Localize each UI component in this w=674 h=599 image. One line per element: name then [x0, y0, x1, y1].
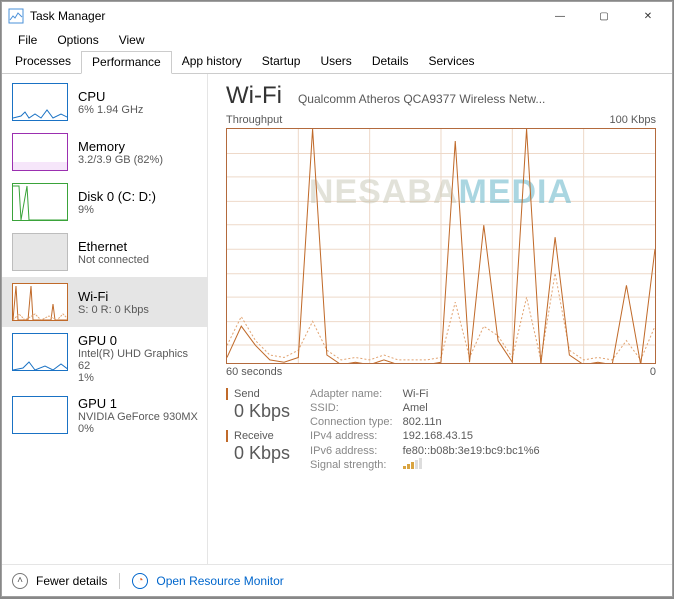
- prop-ssid: Amel: [403, 402, 540, 414]
- resmon-icon[interactable]: ◔: [132, 573, 148, 589]
- receive-value: 0 Kbps: [226, 443, 290, 464]
- prop-label: SSID:: [310, 402, 393, 414]
- sidebar-item-gpu1[interactable]: GPU 1NVIDIA GeForce 930MX 0%: [2, 390, 207, 441]
- minimize-button[interactable]: —: [538, 2, 582, 30]
- signal-strength-icon: [403, 459, 540, 472]
- separator: [119, 573, 120, 589]
- disk-thumb-icon: [12, 183, 68, 221]
- tab-processes[interactable]: Processes: [5, 51, 81, 74]
- sidebar-label: Memory: [78, 139, 163, 154]
- tab-users[interactable]: Users: [310, 51, 361, 74]
- footer: ˄ Fewer details ◔ Open Resource Monitor: [2, 564, 672, 596]
- menu-file[interactable]: File: [8, 33, 47, 47]
- content: CPU6% 1.94 GHz Memory3.2/3.9 GB (82%) Di…: [2, 74, 672, 564]
- wifi-thumb-icon: [12, 283, 68, 321]
- sidebar-item-cpu[interactable]: CPU6% 1.94 GHz: [2, 77, 207, 127]
- task-manager-window: Task Manager — ▢ ✕ File Options View Pro…: [1, 1, 673, 597]
- main-panel: Wi-Fi Qualcomm Atheros QCA9377 Wireless …: [208, 74, 672, 564]
- properties-grid: Adapter name: Wi-Fi SSID: Amel Connection …: [310, 388, 540, 472]
- adapter-name-full: Qualcomm Atheros QCA9377 Wireless Netw..…: [298, 92, 656, 106]
- main-header: Wi-Fi Qualcomm Atheros QCA9377 Wireless …: [226, 82, 656, 110]
- cpu-thumb-icon: [12, 83, 68, 121]
- prop-label: IPv4 address:: [310, 430, 393, 442]
- graph-bottom-labels: 60 seconds 0: [226, 366, 656, 378]
- titlebar[interactable]: Task Manager — ▢ ✕: [2, 2, 672, 30]
- ethernet-thumb-icon: [12, 233, 68, 271]
- send-label: Send: [226, 388, 290, 400]
- close-button[interactable]: ✕: [626, 2, 670, 30]
- receive-label: Receive: [226, 430, 290, 442]
- window-controls: — ▢ ✕: [538, 2, 670, 30]
- prop-label: Adapter name:: [310, 388, 393, 400]
- prop-label: Signal strength:: [310, 459, 393, 472]
- send-value: 0 Kbps: [226, 401, 290, 422]
- prop-label: IPv6 address:: [310, 445, 393, 457]
- window-title: Task Manager: [30, 9, 538, 23]
- tab-details[interactable]: Details: [362, 51, 419, 74]
- sidebar-sub: 6% 1.94 GHz: [78, 104, 143, 116]
- graph-label-right: 100 Kbps: [610, 114, 656, 126]
- gpu0-thumb-icon: [12, 333, 68, 371]
- sidebar-item-gpu0[interactable]: GPU 0Intel(R) UHD Graphics 62 1%: [2, 327, 207, 390]
- prop-label: Connection type:: [310, 416, 393, 428]
- sidebar-sub: 9%: [78, 204, 156, 216]
- sidebar-item-ethernet[interactable]: EthernetNot connected: [2, 227, 207, 277]
- maximize-button[interactable]: ▢: [582, 2, 626, 30]
- sidebar-label: Disk 0 (C: D:): [78, 189, 156, 204]
- graph-top-labels: Throughput 100 Kbps: [226, 114, 656, 126]
- task-manager-icon: [8, 8, 24, 24]
- memory-thumb-icon: [12, 133, 68, 171]
- open-resmon-link[interactable]: Open Resource Monitor: [156, 574, 283, 588]
- sidebar: CPU6% 1.94 GHz Memory3.2/3.9 GB (82%) Di…: [2, 74, 208, 564]
- menubar: File Options View: [2, 30, 672, 50]
- page-title: Wi-Fi: [226, 82, 282, 110]
- fewer-details-link[interactable]: Fewer details: [36, 574, 107, 588]
- details-panel: Send 0 Kbps Receive 0 Kbps Adapter name:…: [226, 388, 656, 472]
- prop-ipv6: fe80::b08b:3e19:bc9:bc1%6: [403, 445, 540, 457]
- send-receive-block: Send 0 Kbps Receive 0 Kbps: [226, 388, 290, 472]
- tab-startup[interactable]: Startup: [252, 51, 311, 74]
- sidebar-item-wifi[interactable]: Wi-FiS: 0 R: 0 Kbps: [2, 277, 207, 327]
- graph-footer-right: 0: [650, 366, 656, 378]
- graph-footer-left: 60 seconds: [226, 366, 282, 378]
- menu-view[interactable]: View: [109, 33, 155, 47]
- sidebar-label: Ethernet: [78, 239, 149, 254]
- sidebar-sub: Not connected: [78, 254, 149, 266]
- sidebar-label: CPU: [78, 89, 143, 104]
- chevron-up-icon[interactable]: ˄: [12, 573, 28, 589]
- gpu1-thumb-icon: [12, 396, 68, 434]
- sidebar-sub: S: 0 R: 0 Kbps: [78, 304, 149, 316]
- tab-services[interactable]: Services: [419, 51, 485, 74]
- sidebar-item-memory[interactable]: Memory3.2/3.9 GB (82%): [2, 127, 207, 177]
- sidebar-sub: Intel(R) UHD Graphics 62 1%: [78, 348, 201, 384]
- sidebar-label: GPU 1: [78, 396, 198, 411]
- prop-ipv4: 192.168.43.15: [403, 430, 540, 442]
- prop-adapter-name: Wi-Fi: [403, 388, 540, 400]
- graph-label-left: Throughput: [226, 114, 282, 126]
- sidebar-label: Wi-Fi: [78, 289, 149, 304]
- graph-lines: [227, 129, 655, 364]
- sidebar-sub: NVIDIA GeForce 930MX 0%: [78, 411, 198, 435]
- sidebar-sub: 3.2/3.9 GB (82%): [78, 154, 163, 166]
- tab-performance[interactable]: Performance: [81, 51, 172, 74]
- tab-app-history[interactable]: App history: [172, 51, 252, 74]
- sidebar-label: GPU 0: [78, 333, 201, 348]
- menu-options[interactable]: Options: [47, 33, 108, 47]
- sidebar-item-disk0[interactable]: Disk 0 (C: D:)9%: [2, 177, 207, 227]
- tabbar: Processes Performance App history Startu…: [2, 50, 672, 74]
- throughput-graph[interactable]: NESABAMEDIA: [226, 128, 656, 364]
- prop-conn-type: 802.11n: [403, 416, 540, 428]
